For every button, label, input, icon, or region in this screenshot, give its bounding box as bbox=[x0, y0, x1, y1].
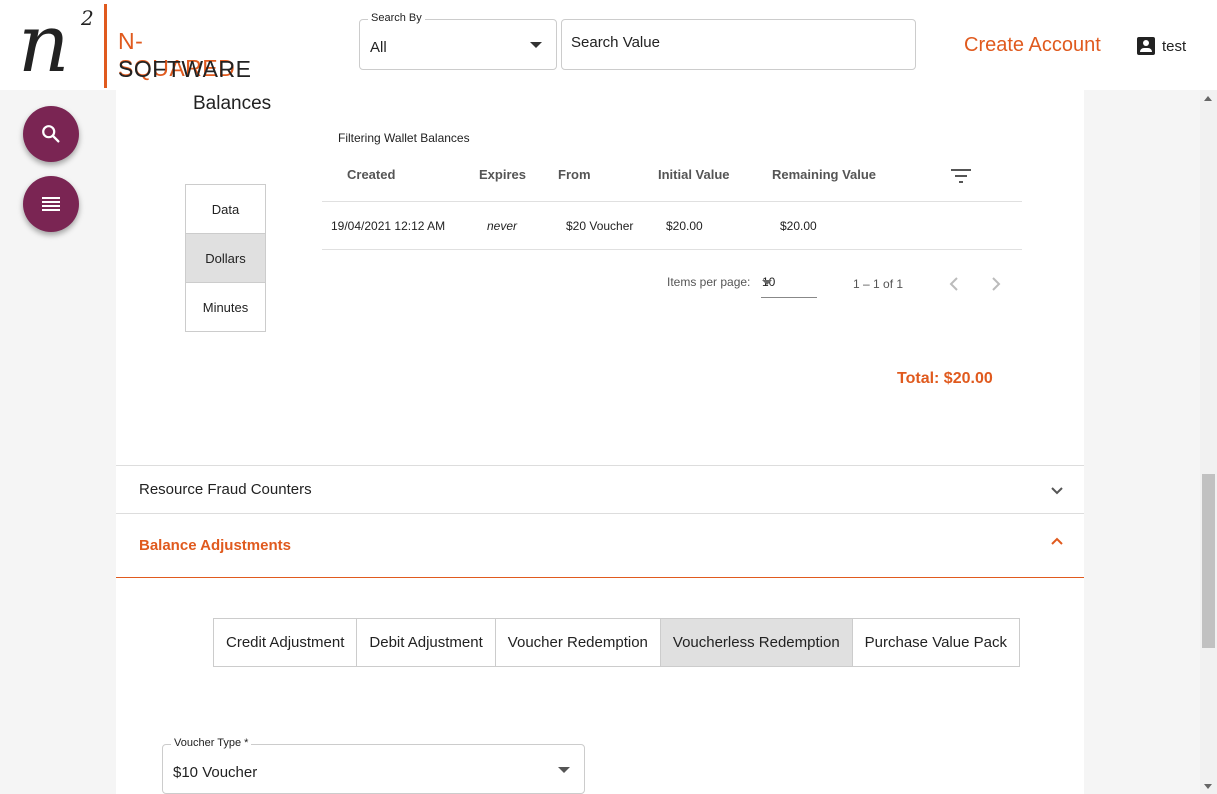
previous-page-icon[interactable] bbox=[945, 274, 965, 294]
balances-title: Balances bbox=[193, 93, 272, 114]
balance-type-selector: Data Dollars Minutes bbox=[185, 184, 266, 332]
tab-voucher-redemption[interactable]: Voucher Redemption bbox=[494, 618, 661, 667]
scroll-up-icon[interactable] bbox=[1204, 96, 1212, 101]
cell-remaining-value: $20.00 bbox=[780, 219, 817, 233]
cell-initial-value: $20.00 bbox=[666, 219, 703, 233]
logo-name-line2: SOFTWARE bbox=[118, 56, 252, 82]
account-details-card: Balances Data Dollars Minutes Filtering … bbox=[116, 90, 1084, 794]
search-fab-button[interactable] bbox=[23, 106, 79, 162]
tab-purchase-value-pack[interactable]: Purchase Value Pack bbox=[851, 618, 1020, 667]
search-icon bbox=[42, 125, 60, 143]
account-box-icon bbox=[1137, 37, 1155, 55]
wallet-balances-table: Created Expires From Initial Value Remai… bbox=[322, 154, 1022, 250]
cell-expires: never bbox=[487, 219, 518, 233]
column-header-expires[interactable]: Expires bbox=[479, 167, 526, 182]
search-value-field[interactable] bbox=[561, 19, 916, 70]
search-by-label: Search By bbox=[368, 12, 425, 24]
dropdown-arrow-icon bbox=[530, 42, 542, 48]
panel-title: Balance Adjustments bbox=[139, 537, 291, 554]
balance-type-data[interactable]: Data bbox=[185, 184, 266, 234]
filter-caption: Filtering Wallet Balances bbox=[338, 131, 470, 145]
items-per-page-select[interactable]: 10 bbox=[761, 268, 817, 298]
dropdown-arrow-icon bbox=[558, 767, 570, 773]
search-value-input[interactable] bbox=[571, 34, 901, 51]
adjustment-type-tabs: Credit Adjustment Debit Adjustment Vouch… bbox=[213, 618, 1020, 667]
page-range-label: 1 – 1 of 1 bbox=[853, 277, 904, 291]
logo-divider bbox=[104, 4, 107, 88]
tab-voucherless-redemption[interactable]: Voucherless Redemption bbox=[659, 618, 853, 667]
search-by-select[interactable]: Search By All bbox=[359, 12, 557, 70]
filter-list-icon[interactable] bbox=[951, 168, 971, 184]
scroll-down-icon[interactable] bbox=[1204, 784, 1212, 789]
table-row[interactable]: 19/04/2021 12:12 AM never $20 Voucher $2… bbox=[322, 202, 1022, 250]
column-header-remaining-value[interactable]: Remaining Value bbox=[772, 167, 876, 182]
user-menu[interactable]: test bbox=[1137, 37, 1186, 55]
logo-symbol: n bbox=[18, 0, 70, 90]
dropdown-arrow-icon bbox=[762, 280, 772, 285]
create-account-link[interactable]: Create Account bbox=[964, 34, 1101, 57]
balance-total: Total: $20.00 bbox=[897, 370, 993, 387]
scrollbar-thumb[interactable] bbox=[1202, 474, 1215, 648]
resource-fraud-counters-panel-header[interactable]: Resource Fraud Counters bbox=[116, 465, 1084, 513]
items-per-page-label: Items per page: bbox=[667, 275, 751, 289]
table-paginator: Items per page: 10 1 – 1 of 1 bbox=[322, 268, 1022, 308]
panel-title: Resource Fraud Counters bbox=[139, 481, 312, 498]
voucher-type-select[interactable]: Voucher Type * $10 Voucher bbox=[162, 737, 585, 794]
column-header-initial-value[interactable]: Initial Value bbox=[658, 167, 730, 182]
chevron-down-icon bbox=[1051, 487, 1063, 495]
logo-superscript: 2 bbox=[81, 6, 94, 30]
top-header: n 2 N-SQUARED SOFTWARE Search By All Cre… bbox=[0, 0, 1217, 90]
table-header-row: Created Expires From Initial Value Remai… bbox=[322, 154, 1022, 202]
list-icon bbox=[42, 197, 60, 211]
chevron-up-icon bbox=[1051, 537, 1063, 545]
page-scrollbar[interactable] bbox=[1200, 90, 1217, 794]
n-squared-logo[interactable]: n 2 N-SQUARED SOFTWARE bbox=[18, 4, 258, 88]
balance-adjustments-panel-header[interactable]: Balance Adjustments bbox=[116, 513, 1084, 578]
next-page-icon[interactable] bbox=[985, 274, 1005, 294]
user-name: test bbox=[1162, 37, 1187, 55]
menu-fab-button[interactable] bbox=[23, 176, 79, 232]
voucher-type-value: $10 Voucher bbox=[173, 764, 258, 781]
column-header-from[interactable]: From bbox=[558, 167, 591, 182]
column-header-created[interactable]: Created bbox=[347, 167, 395, 182]
tab-debit-adjustment[interactable]: Debit Adjustment bbox=[356, 618, 496, 667]
cell-from: $20 Voucher bbox=[566, 219, 634, 233]
balance-type-minutes[interactable]: Minutes bbox=[185, 282, 266, 332]
cell-created: 19/04/2021 12:12 AM bbox=[331, 219, 446, 233]
tab-credit-adjustment[interactable]: Credit Adjustment bbox=[213, 618, 358, 667]
search-by-value: All bbox=[370, 39, 387, 56]
voucher-type-label: Voucher Type * bbox=[171, 737, 252, 749]
balance-type-dollars[interactable]: Dollars bbox=[185, 233, 266, 283]
